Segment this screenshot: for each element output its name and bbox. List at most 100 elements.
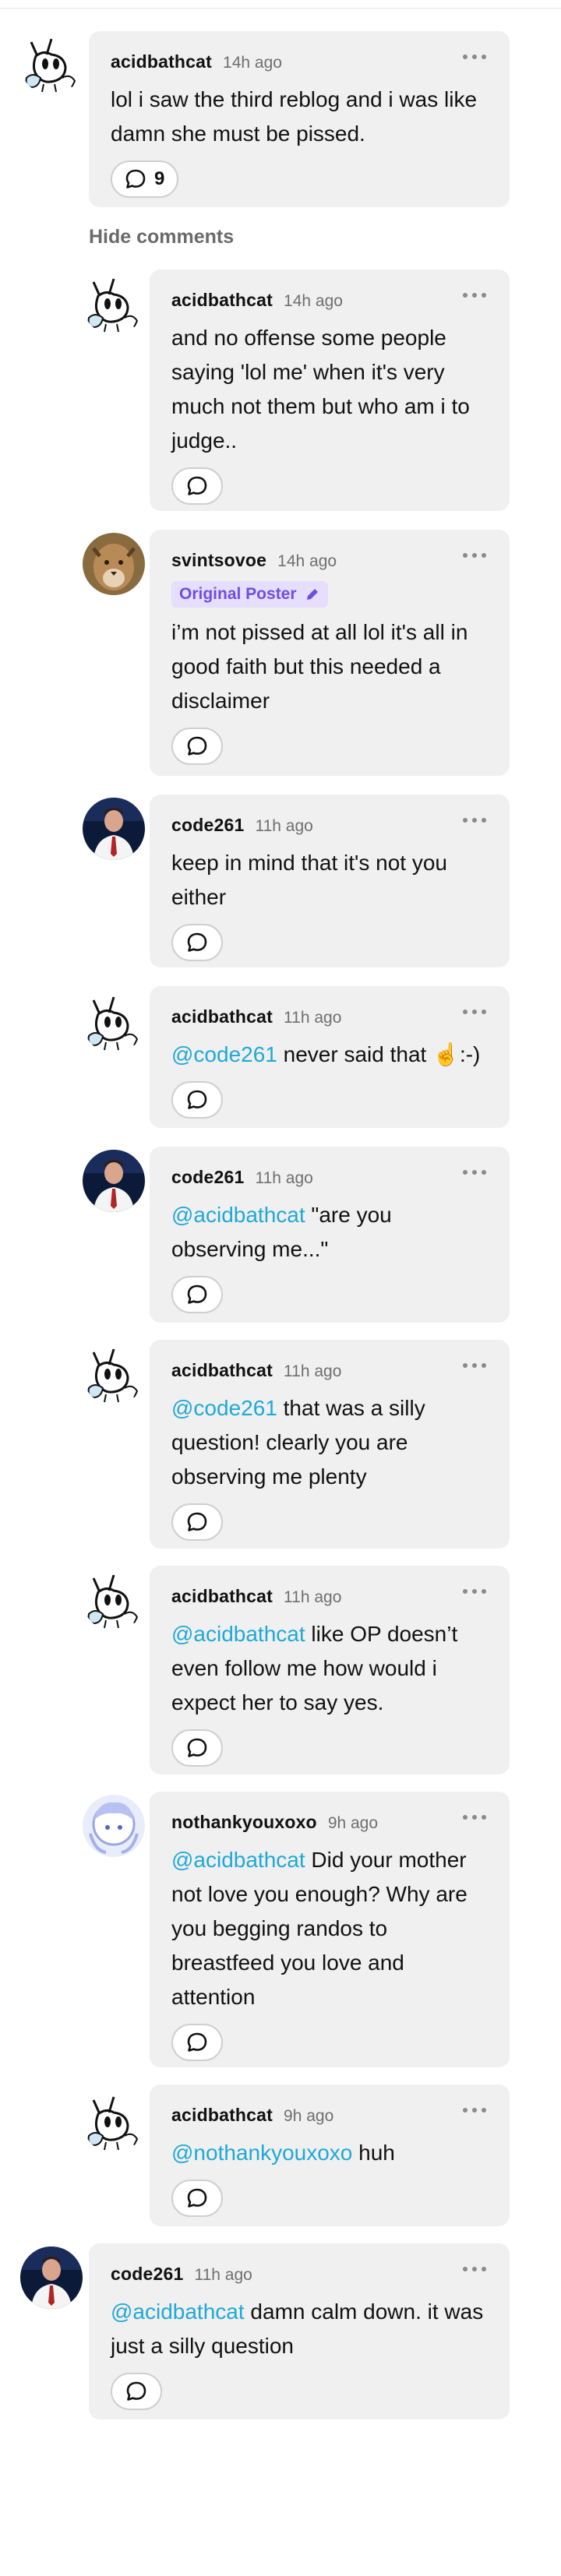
comment-username[interactable]: acidbathcat xyxy=(171,1360,273,1381)
reply-bubble-icon xyxy=(186,1511,208,1533)
cat-doodle-avatar[interactable] xyxy=(83,1343,145,1405)
cougar-avatar[interactable] xyxy=(83,533,145,595)
comment-username[interactable]: acidbathcat xyxy=(171,1006,273,1027)
man-portrait-icon xyxy=(83,1150,145,1212)
comment-text: @acidbathcat like OP doesn’t even follow… xyxy=(171,1617,485,1720)
cat-doodle-icon xyxy=(83,1343,145,1405)
more-options-icon[interactable] xyxy=(463,1363,486,1368)
mention-link[interactable]: @code261 xyxy=(171,1042,277,1066)
cat-doodle-icon xyxy=(83,991,145,1053)
reply-button[interactable] xyxy=(111,2373,162,2410)
cat-doodle-avatar[interactable] xyxy=(20,33,83,95)
badge-label: Original Poster xyxy=(179,585,297,603)
reply-button[interactable] xyxy=(171,1276,223,1313)
more-options-icon[interactable] xyxy=(463,2108,486,2113)
more-options-icon[interactable] xyxy=(463,553,486,558)
comment-text: @code261 that was a silly question! clea… xyxy=(171,1391,485,1494)
comment-text: @nothankyouxoxo huh xyxy=(171,2136,485,2170)
mention-link[interactable]: @acidbathcat xyxy=(171,1622,305,1646)
more-options-icon[interactable] xyxy=(463,818,486,823)
comment-text-rest: Did your mother not love you enough? Why… xyxy=(171,1848,474,2009)
reply-bubble-icon xyxy=(186,1737,208,1759)
cat-doodle-avatar[interactable] xyxy=(83,2091,145,2153)
anime-character-icon xyxy=(83,1795,145,1857)
mention-link[interactable]: @acidbathcat xyxy=(171,1203,305,1227)
comment-bubble: svintsovoe 14h ago Original Poster i’m n… xyxy=(150,530,510,776)
reply-bubble-icon xyxy=(186,932,208,953)
reply-button[interactable] xyxy=(171,1081,223,1119)
comment-timestamp: 14h ago xyxy=(223,54,282,72)
man-portrait-icon xyxy=(83,798,145,860)
cat-doodle-avatar[interactable] xyxy=(83,1569,145,1631)
reply-bubble-icon xyxy=(125,168,146,190)
reply-button[interactable] xyxy=(171,2180,223,2217)
cat-doodle-icon xyxy=(83,2091,145,2153)
more-options-icon[interactable] xyxy=(463,1815,486,1820)
comment-text: lol i saw the third reblog and i was lik… xyxy=(111,87,483,146)
comment-username[interactable]: code261 xyxy=(171,1167,244,1188)
cat-doodle-avatar[interactable] xyxy=(83,991,145,1053)
man-portrait-icon xyxy=(20,2247,83,2309)
comment-text: @acidbathcat Did your mother not love yo… xyxy=(171,1843,485,2014)
reply-bubble-icon xyxy=(186,2032,208,2053)
more-options-icon[interactable] xyxy=(463,2267,486,2271)
reply-button[interactable] xyxy=(171,924,223,961)
mention-link[interactable]: @nothankyouxoxo xyxy=(171,2141,352,2165)
hide-comments-link[interactable]: Hide comments xyxy=(89,226,234,248)
comment-bubble: acidbathcat 11h ago @code261 never said … xyxy=(150,986,510,1128)
more-options-icon[interactable] xyxy=(463,1589,486,1594)
reply-button[interactable] xyxy=(171,1503,223,1541)
man-portrait-avatar[interactable] xyxy=(83,1150,145,1212)
cat-doodle-icon xyxy=(20,33,83,95)
top-divider xyxy=(0,8,561,9)
comment-username[interactable]: acidbathcat xyxy=(171,290,273,311)
comment-timestamp: 11h ago xyxy=(194,2266,252,2284)
comment-text-rest: never said that ☝:-) xyxy=(277,1042,481,1066)
comment-timestamp: 11h ago xyxy=(284,1362,342,1380)
reply-count: 9 xyxy=(154,168,165,189)
comment-username[interactable]: nothankyouxoxo xyxy=(171,1812,317,1833)
comment-timestamp: 11h ago xyxy=(255,1169,313,1187)
comment-bubble: nothankyouxoxo 9h ago @acidbathcat Did y… xyxy=(150,1792,510,2067)
comment-username[interactable]: code261 xyxy=(111,2264,183,2285)
more-options-icon[interactable] xyxy=(463,1010,486,1014)
cougar-icon xyxy=(83,533,145,595)
pencil-icon xyxy=(306,589,318,600)
mention-link[interactable]: @acidbathcat xyxy=(111,2299,245,2324)
mention-link[interactable]: @code261 xyxy=(171,1396,277,1420)
more-options-icon[interactable] xyxy=(463,293,486,298)
reply-bubble-icon xyxy=(186,2187,208,2209)
comment-username[interactable]: acidbathcat xyxy=(171,1586,273,1607)
reply-button[interactable] xyxy=(171,2024,223,2061)
reply-button[interactable] xyxy=(171,728,223,765)
reply-button[interactable] xyxy=(171,1729,223,1767)
comment-timestamp: 11h ago xyxy=(284,1588,342,1606)
comment-username[interactable]: acidbathcat xyxy=(171,2105,273,2126)
comment-timestamp: 11h ago xyxy=(255,817,313,835)
more-options-icon[interactable] xyxy=(463,1170,486,1175)
comment-timestamp: 11h ago xyxy=(284,1009,342,1027)
mention-link[interactable]: @acidbathcat xyxy=(171,1848,305,1872)
comment-text: @acidbathcat "are you observing me..." xyxy=(171,1198,485,1267)
anime-avatar[interactable] xyxy=(83,1795,145,1857)
reply-button[interactable]: 9 xyxy=(111,160,179,198)
comment-bubble: acidbathcat 9h ago @nothankyouxoxo huh xyxy=(150,2084,510,2226)
comment-bubble: code261 11h ago @acidbathcat damn calm d… xyxy=(89,2243,510,2419)
reply-bubble-icon xyxy=(125,2380,147,2402)
comment-text: @code261 never said that ☝:-) xyxy=(171,1038,485,1072)
comment-text-rest: huh xyxy=(352,2141,395,2165)
man-portrait-avatar[interactable] xyxy=(83,798,145,860)
more-options-icon[interactable] xyxy=(463,55,486,59)
reply-button[interactable] xyxy=(171,467,223,505)
comment-bubble: acidbathcat 14h ago and no offense some … xyxy=(150,270,510,511)
comment-bubble: code261 11h ago @acidbathcat "are you ob… xyxy=(150,1147,510,1323)
comment-bubble: acidbathcat 11h ago @acidbathcat like OP… xyxy=(150,1566,510,1774)
cat-doodle-avatar[interactable] xyxy=(83,273,145,335)
comment-text: keep in mind that it's not you either xyxy=(171,851,453,909)
comment-username[interactable]: code261 xyxy=(171,815,244,836)
comment-username[interactable]: svintsovoe xyxy=(171,550,266,571)
reply-bubble-icon xyxy=(186,1284,208,1306)
man-portrait-avatar[interactable] xyxy=(20,2247,83,2309)
comment-username[interactable]: acidbathcat xyxy=(111,51,212,72)
comment-timestamp: 14h ago xyxy=(284,292,343,310)
